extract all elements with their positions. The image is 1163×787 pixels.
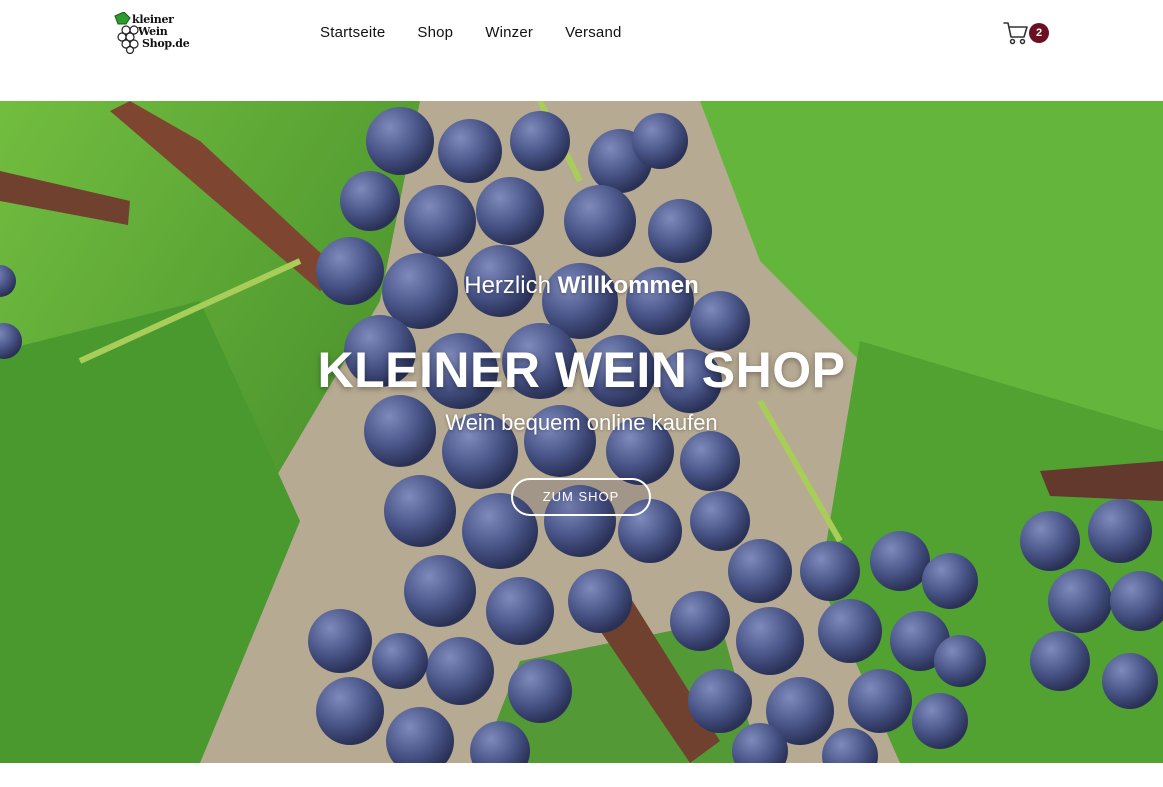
logo-line: Shop.de xyxy=(142,37,190,50)
main-nav: Startseite Shop Winzer Versand xyxy=(304,22,638,44)
cart-button[interactable]: 2 xyxy=(1003,20,1053,46)
hero-greeting: Herzlich Willkommen xyxy=(0,271,1163,301)
cart-count-badge: 2 xyxy=(1029,23,1049,43)
site-logo[interactable]: kleiner Wein Shop.de xyxy=(112,12,192,54)
shop-cta-button[interactable]: ZUM SHOP xyxy=(511,478,651,516)
nav-item-winzer[interactable]: Winzer xyxy=(469,22,549,44)
greeting-bold: Willkommen xyxy=(557,272,699,299)
nav-item-versand[interactable]: Versand xyxy=(549,22,637,44)
hero-subtitle: Wein bequem online kaufen xyxy=(445,410,718,435)
nav-item-shop[interactable]: Shop xyxy=(401,22,469,44)
logo-text: kleiner Wein Shop.de xyxy=(132,14,190,50)
cart-icon xyxy=(1003,22,1028,45)
site-header: kleiner Wein Shop.de Startseite Shop Win… xyxy=(0,0,1163,101)
nav-item-startseite[interactable]: Startseite xyxy=(304,22,401,44)
hero-title: KLEINER WEIN SHOP xyxy=(317,342,846,398)
hero-content: Herzlich Willkommen KLEINER WEIN SHOP We… xyxy=(0,101,1163,763)
greeting-prefix: Herzlich xyxy=(464,272,551,299)
hero-banner: Herzlich Willkommen KLEINER WEIN SHOP We… xyxy=(0,101,1163,763)
